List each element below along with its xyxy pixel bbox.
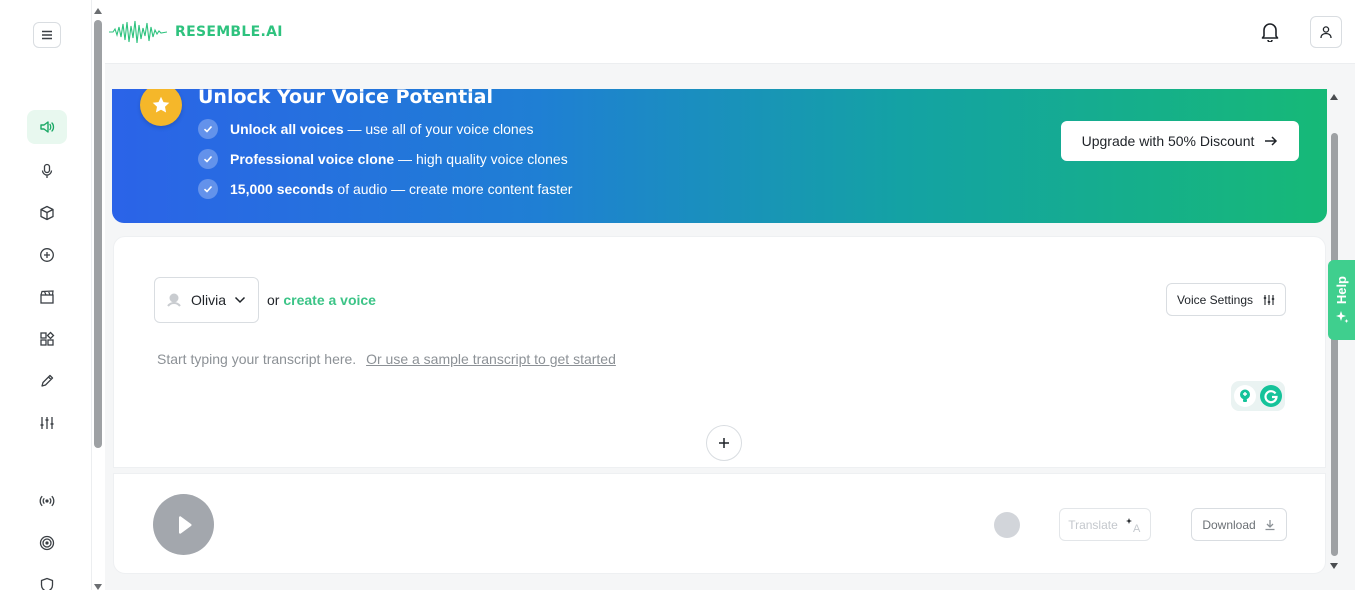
voice-settings-button[interactable]: Voice Settings [1166, 283, 1286, 316]
star-badge-icon [140, 89, 182, 126]
shield-icon [40, 577, 54, 590]
target-icon [39, 535, 55, 551]
cube-icon [40, 205, 54, 221]
scroll-up-arrow-icon[interactable] [1330, 94, 1338, 100]
play-button[interactable] [153, 494, 214, 555]
transcript-editor: Olivia or create a voice Voice Settings … [113, 236, 1326, 468]
chevron-down-icon [234, 296, 246, 304]
check-circle-icon [198, 119, 218, 139]
feature-text: of audio — create more content faster [333, 181, 573, 197]
sidebar-item-microphone[interactable] [27, 154, 67, 188]
sidebar-item-settings[interactable] [27, 406, 67, 440]
or-label: or [267, 292, 280, 308]
menu-toggle-button[interactable] [33, 22, 61, 48]
sidebar-item-security[interactable] [27, 568, 67, 590]
arrow-right-icon [1265, 136, 1278, 146]
sidebar-item-projects[interactable] [27, 196, 67, 230]
feature-text: — high quality voice clones [394, 151, 568, 167]
create-voice-link[interactable]: create a voice [283, 292, 376, 308]
broadcast-icon [39, 495, 55, 507]
brand-logo[interactable]: RESEMBLE.AI [109, 18, 283, 46]
sidebar-item-create[interactable] [27, 238, 67, 272]
apps-grid-icon [40, 331, 55, 346]
help-tab[interactable]: Help [1328, 260, 1355, 340]
status-indicator [994, 512, 1020, 538]
check-circle-icon [198, 149, 218, 169]
sidebar [0, 0, 92, 590]
top-header: RESEMBLE.AI [105, 0, 1355, 64]
brand-name: RESEMBLE.AI [175, 24, 283, 40]
voice-settings-label: Voice Settings [1176, 292, 1254, 307]
sliders-icon [1263, 294, 1275, 305]
translate-label: Translate [1068, 517, 1118, 532]
feature-text: — use all of your voice clones [343, 121, 534, 137]
waveform-logo-icon [109, 20, 167, 44]
sidebar-item-apps[interactable] [27, 322, 67, 356]
feature-bold: Unlock all voices [230, 121, 344, 137]
sidebar-item-media[interactable] [27, 280, 67, 314]
translate-button[interactable]: Translate A [1059, 508, 1151, 541]
help-label: Help [1334, 275, 1349, 305]
upgrade-button-label: Upgrade with 50% Discount [1081, 133, 1255, 149]
scroll-down-arrow-icon[interactable] [94, 584, 102, 590]
sparkle-icon [1335, 311, 1348, 324]
feature-item: Unlock all voices — use all of your voic… [198, 119, 533, 139]
scroll-up-arrow-icon[interactable] [94, 8, 102, 14]
grammarly-widget[interactable] [1231, 381, 1285, 411]
clapperboard-icon [40, 290, 54, 304]
account-button[interactable] [1310, 16, 1342, 48]
download-label: Download [1202, 517, 1256, 532]
upgrade-button[interactable]: Upgrade with 50% Discount [1061, 121, 1299, 161]
transcript-input[interactable]: Start typing your transcript here. Or us… [157, 351, 616, 367]
sidebar-item-text-to-speech[interactable] [27, 110, 67, 144]
selected-voice: Olivia [191, 292, 227, 308]
notifications-button[interactable] [1259, 20, 1281, 43]
upgrade-banner: Unlock Your Voice Potential Unlock all v… [112, 89, 1327, 223]
sample-transcript-link[interactable]: Or use a sample transcript to get starte… [366, 351, 616, 367]
sidebar-item-edit[interactable] [27, 364, 67, 398]
feature-item: Professional voice clone — high quality … [198, 149, 568, 169]
feature-item: 15,000 seconds of audio — create more co… [198, 179, 572, 199]
create-voice-prompt: or create a voice [267, 292, 376, 308]
sidebar-item-detect[interactable] [27, 526, 67, 560]
scroll-down-arrow-icon[interactable] [1330, 563, 1338, 569]
feature-bold: 15,000 seconds [230, 181, 334, 197]
transcript-placeholder: Start typing your transcript here. [157, 351, 357, 367]
speaker-icon [40, 121, 55, 133]
voice-selector[interactable]: Olivia [154, 277, 259, 323]
download-button[interactable]: Download [1191, 508, 1287, 541]
voice-avatar-icon [167, 293, 181, 307]
plus-circle-icon [40, 248, 54, 262]
play-icon [178, 515, 192, 534]
lightbulb-icon[interactable] [1234, 385, 1256, 407]
add-block-button[interactable] [706, 425, 742, 461]
user-icon [1320, 26, 1332, 39]
hamburger-icon [42, 30, 52, 40]
plus-icon [719, 438, 729, 448]
check-circle-icon [198, 179, 218, 199]
svg-text:A: A [1133, 523, 1141, 533]
banner-title: Unlock Your Voice Potential [198, 89, 494, 108]
grammarly-icon[interactable] [1260, 385, 1282, 407]
sliders-icon [40, 417, 54, 429]
translate-icon: A [1125, 517, 1141, 533]
sidebar-scrollbar[interactable] [92, 0, 105, 590]
pencil-icon [41, 374, 54, 387]
sidebar-item-live[interactable] [27, 484, 67, 518]
feature-bold: Professional voice clone [230, 151, 395, 167]
bell-icon [1261, 23, 1279, 43]
download-icon [1265, 519, 1275, 530]
scrollbar-thumb[interactable] [1331, 133, 1338, 556]
scrollbar-thumb[interactable] [94, 20, 102, 448]
microphone-icon [41, 163, 53, 178]
audio-player: Translate A Download [113, 473, 1326, 574]
